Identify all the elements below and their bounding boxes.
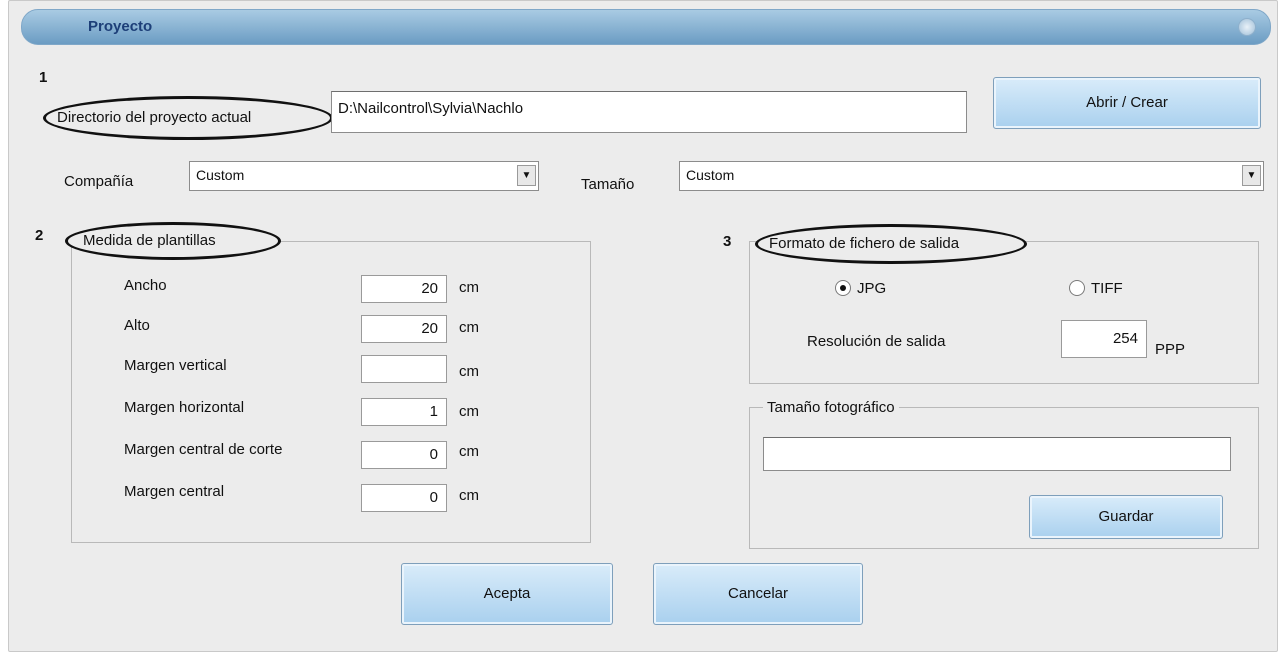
resolution-label: Resolución de salida — [807, 333, 946, 350]
section-number-3: 3 — [723, 233, 732, 250]
chevron-down-icon[interactable]: ▼ — [1242, 165, 1261, 186]
width-unit: cm — [459, 279, 479, 296]
size-value: Custom — [686, 167, 735, 183]
height-input[interactable]: 20 — [361, 315, 447, 343]
height-unit: cm — [459, 319, 479, 336]
accept-button[interactable]: Acepta — [401, 563, 613, 625]
close-icon[interactable] — [1238, 18, 1256, 36]
company-select[interactable]: Custom ▼ — [189, 161, 539, 191]
jpg-label: JPG — [857, 280, 887, 297]
resolution-input[interactable]: 254 — [1061, 320, 1147, 358]
project-dir-value: D:\Nailcontrol\Sylvia\Nachlo — [338, 100, 524, 117]
project-dialog: Proyecto 1 Directorio del proyecto actua… — [8, 0, 1278, 652]
save-button[interactable]: Guardar — [1029, 495, 1223, 539]
size-select[interactable]: Custom ▼ — [679, 161, 1264, 191]
central-cut-margin-label: Margen central de corte — [124, 441, 283, 458]
horizontal-margin-label: Margen horizontal — [124, 399, 245, 416]
company-label: Compañía — [64, 173, 134, 190]
vertical-margin-input[interactable] — [361, 355, 447, 383]
project-dir-input[interactable]: D:\Nailcontrol\Sylvia\Nachlo — [331, 91, 967, 133]
width-input[interactable]: 20 — [361, 275, 447, 303]
output-format-title: Formato de fichero de salida — [769, 235, 960, 252]
open-create-button[interactable]: Abrir / Crear — [993, 77, 1261, 129]
company-value: Custom — [196, 167, 245, 183]
resolution-unit: PPP — [1155, 341, 1186, 358]
central-margin-unit: cm — [459, 487, 479, 504]
project-dir-label: Directorio del proyecto actual — [57, 109, 252, 126]
horizontal-margin-unit: cm — [459, 403, 479, 420]
title-bar[interactable]: Proyecto — [21, 9, 1271, 45]
height-label: Alto — [124, 317, 150, 334]
tiff-label: TIFF — [1091, 280, 1123, 297]
template-size-title: Medida de plantillas — [83, 232, 216, 249]
window-title: Proyecto — [88, 18, 153, 35]
width-label: Ancho — [124, 277, 167, 294]
horizontal-margin-input[interactable]: 1 — [361, 398, 447, 426]
central-cut-margin-input[interactable]: 0 — [361, 441, 447, 469]
jpg-radio[interactable] — [835, 280, 851, 296]
chevron-down-icon[interactable]: ▼ — [517, 165, 536, 186]
size-label: Tamaño — [581, 176, 635, 193]
central-margin-input[interactable]: 0 — [361, 484, 447, 512]
output-format-group — [749, 241, 1259, 384]
section-number-1: 1 — [39, 69, 48, 86]
section-number-2: 2 — [35, 227, 44, 244]
central-cut-margin-unit: cm — [459, 443, 479, 460]
cancel-button[interactable]: Cancelar — [653, 563, 863, 625]
photo-size-title: Tamaño fotográfico — [763, 399, 899, 416]
photo-size-input[interactable] — [763, 437, 1231, 471]
central-margin-label: Margen central — [124, 483, 225, 500]
vertical-margin-unit: cm — [459, 363, 479, 380]
tiff-radio[interactable] — [1069, 280, 1085, 296]
vertical-margin-label: Margen vertical — [124, 357, 227, 374]
